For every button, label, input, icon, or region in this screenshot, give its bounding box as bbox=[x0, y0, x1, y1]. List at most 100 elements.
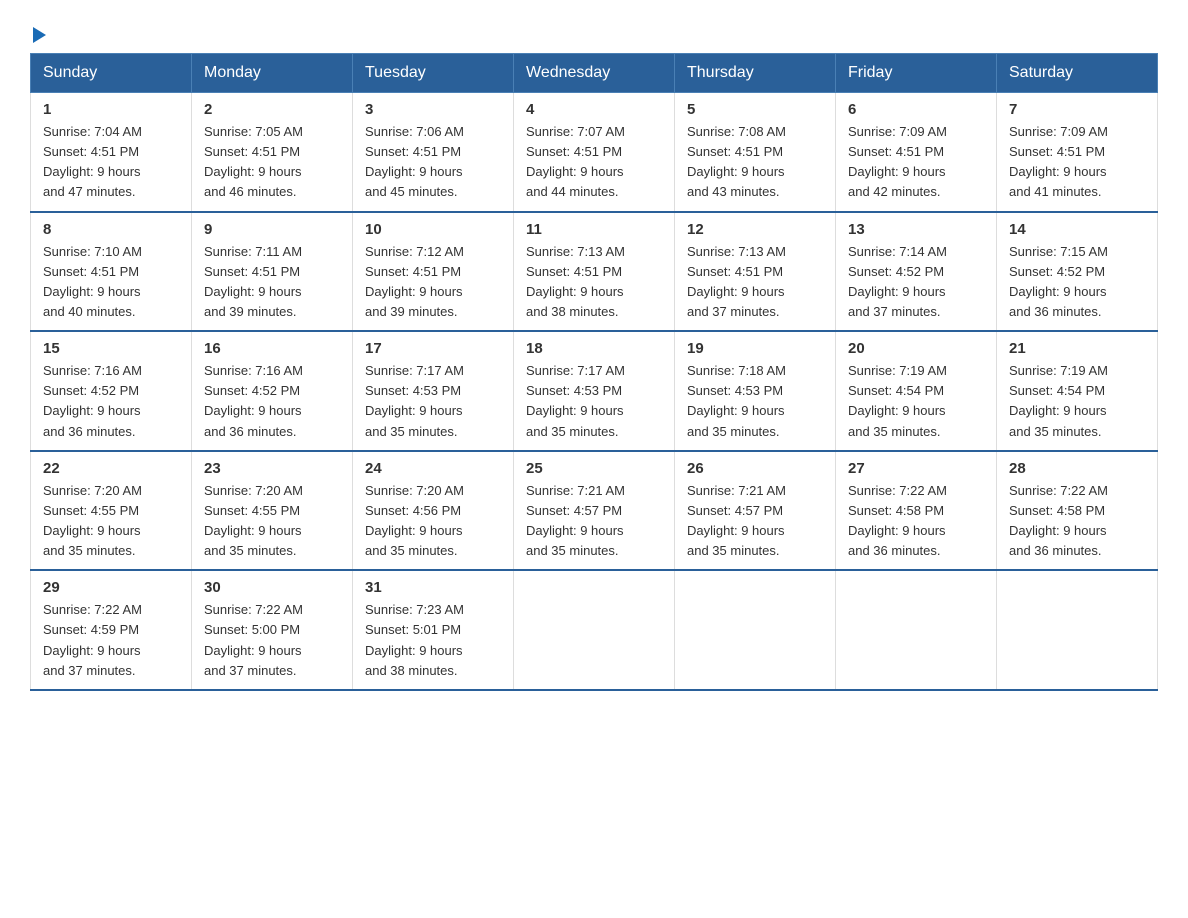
day-number: 20 bbox=[848, 340, 984, 357]
day-info: Sunrise: 7:07 AM Sunset: 4:51 PM Dayligh… bbox=[526, 124, 625, 199]
calendar-week-row: 8 Sunrise: 7:10 AM Sunset: 4:51 PM Dayli… bbox=[31, 212, 1158, 332]
day-info: Sunrise: 7:10 AM Sunset: 4:51 PM Dayligh… bbox=[43, 244, 142, 319]
day-number: 3 bbox=[365, 101, 501, 118]
calendar-day-cell: 24 Sunrise: 7:20 AM Sunset: 4:56 PM Dayl… bbox=[353, 451, 514, 571]
calendar-day-cell: 28 Sunrise: 7:22 AM Sunset: 4:58 PM Dayl… bbox=[997, 451, 1158, 571]
day-number: 6 bbox=[848, 101, 984, 118]
day-number: 9 bbox=[204, 221, 340, 238]
day-number: 13 bbox=[848, 221, 984, 238]
day-number: 29 bbox=[43, 579, 179, 596]
day-info: Sunrise: 7:08 AM Sunset: 4:51 PM Dayligh… bbox=[687, 124, 786, 199]
day-info: Sunrise: 7:19 AM Sunset: 4:54 PM Dayligh… bbox=[848, 363, 947, 438]
day-info: Sunrise: 7:11 AM Sunset: 4:51 PM Dayligh… bbox=[204, 244, 302, 319]
day-info: Sunrise: 7:22 AM Sunset: 4:59 PM Dayligh… bbox=[43, 602, 142, 677]
calendar-day-cell: 29 Sunrise: 7:22 AM Sunset: 4:59 PM Dayl… bbox=[31, 570, 192, 690]
day-info: Sunrise: 7:14 AM Sunset: 4:52 PM Dayligh… bbox=[848, 244, 947, 319]
day-info: Sunrise: 7:22 AM Sunset: 4:58 PM Dayligh… bbox=[1009, 483, 1108, 558]
calendar-day-cell: 12 Sunrise: 7:13 AM Sunset: 4:51 PM Dayl… bbox=[675, 212, 836, 332]
calendar-day-cell: 15 Sunrise: 7:16 AM Sunset: 4:52 PM Dayl… bbox=[31, 331, 192, 451]
day-info: Sunrise: 7:17 AM Sunset: 4:53 PM Dayligh… bbox=[526, 363, 625, 438]
calendar-day-cell: 11 Sunrise: 7:13 AM Sunset: 4:51 PM Dayl… bbox=[514, 212, 675, 332]
day-info: Sunrise: 7:15 AM Sunset: 4:52 PM Dayligh… bbox=[1009, 244, 1108, 319]
day-info: Sunrise: 7:23 AM Sunset: 5:01 PM Dayligh… bbox=[365, 602, 464, 677]
calendar-day-cell: 6 Sunrise: 7:09 AM Sunset: 4:51 PM Dayli… bbox=[836, 93, 997, 212]
day-info: Sunrise: 7:06 AM Sunset: 4:51 PM Dayligh… bbox=[365, 124, 464, 199]
calendar-day-header: Friday bbox=[836, 54, 997, 93]
day-number: 4 bbox=[526, 101, 662, 118]
day-info: Sunrise: 7:20 AM Sunset: 4:55 PM Dayligh… bbox=[43, 483, 142, 558]
day-info: Sunrise: 7:20 AM Sunset: 4:56 PM Dayligh… bbox=[365, 483, 464, 558]
day-info: Sunrise: 7:16 AM Sunset: 4:52 PM Dayligh… bbox=[43, 363, 142, 438]
day-info: Sunrise: 7:05 AM Sunset: 4:51 PM Dayligh… bbox=[204, 124, 303, 199]
calendar-header-row: SundayMondayTuesdayWednesdayThursdayFrid… bbox=[31, 54, 1158, 93]
calendar-day-cell: 22 Sunrise: 7:20 AM Sunset: 4:55 PM Dayl… bbox=[31, 451, 192, 571]
day-info: Sunrise: 7:22 AM Sunset: 5:00 PM Dayligh… bbox=[204, 602, 303, 677]
calendar-day-cell: 25 Sunrise: 7:21 AM Sunset: 4:57 PM Dayl… bbox=[514, 451, 675, 571]
day-number: 11 bbox=[526, 221, 662, 238]
day-number: 8 bbox=[43, 221, 179, 238]
calendar-day-header: Monday bbox=[192, 54, 353, 93]
day-number: 1 bbox=[43, 101, 179, 118]
day-number: 19 bbox=[687, 340, 823, 357]
calendar-day-header: Wednesday bbox=[514, 54, 675, 93]
day-info: Sunrise: 7:16 AM Sunset: 4:52 PM Dayligh… bbox=[204, 363, 303, 438]
day-number: 22 bbox=[43, 460, 179, 477]
calendar-week-row: 15 Sunrise: 7:16 AM Sunset: 4:52 PM Dayl… bbox=[31, 331, 1158, 451]
day-number: 10 bbox=[365, 221, 501, 238]
logo bbox=[30, 25, 46, 43]
calendar-day-cell: 18 Sunrise: 7:17 AM Sunset: 4:53 PM Dayl… bbox=[514, 331, 675, 451]
calendar-day-cell: 4 Sunrise: 7:07 AM Sunset: 4:51 PM Dayli… bbox=[514, 93, 675, 212]
day-info: Sunrise: 7:13 AM Sunset: 4:51 PM Dayligh… bbox=[526, 244, 625, 319]
day-number: 21 bbox=[1009, 340, 1145, 357]
day-info: Sunrise: 7:22 AM Sunset: 4:58 PM Dayligh… bbox=[848, 483, 947, 558]
day-number: 23 bbox=[204, 460, 340, 477]
day-info: Sunrise: 7:17 AM Sunset: 4:53 PM Dayligh… bbox=[365, 363, 464, 438]
calendar-day-cell: 10 Sunrise: 7:12 AM Sunset: 4:51 PM Dayl… bbox=[353, 212, 514, 332]
calendar-day-cell: 27 Sunrise: 7:22 AM Sunset: 4:58 PM Dayl… bbox=[836, 451, 997, 571]
calendar-day-cell: 1 Sunrise: 7:04 AM Sunset: 4:51 PM Dayli… bbox=[31, 93, 192, 212]
calendar-day-header: Sunday bbox=[31, 54, 192, 93]
calendar-day-cell: 30 Sunrise: 7:22 AM Sunset: 5:00 PM Dayl… bbox=[192, 570, 353, 690]
calendar-day-cell: 19 Sunrise: 7:18 AM Sunset: 4:53 PM Dayl… bbox=[675, 331, 836, 451]
day-info: Sunrise: 7:19 AM Sunset: 4:54 PM Dayligh… bbox=[1009, 363, 1108, 438]
day-info: Sunrise: 7:04 AM Sunset: 4:51 PM Dayligh… bbox=[43, 124, 142, 199]
calendar-day-cell: 31 Sunrise: 7:23 AM Sunset: 5:01 PM Dayl… bbox=[353, 570, 514, 690]
day-number: 27 bbox=[848, 460, 984, 477]
calendar-day-cell: 9 Sunrise: 7:11 AM Sunset: 4:51 PM Dayli… bbox=[192, 212, 353, 332]
calendar-day-cell: 26 Sunrise: 7:21 AM Sunset: 4:57 PM Dayl… bbox=[675, 451, 836, 571]
day-number: 14 bbox=[1009, 221, 1145, 238]
calendar-day-header: Tuesday bbox=[353, 54, 514, 93]
calendar-day-cell: 17 Sunrise: 7:17 AM Sunset: 4:53 PM Dayl… bbox=[353, 331, 514, 451]
day-info: Sunrise: 7:09 AM Sunset: 4:51 PM Dayligh… bbox=[1009, 124, 1108, 199]
day-number: 12 bbox=[687, 221, 823, 238]
day-info: Sunrise: 7:18 AM Sunset: 4:53 PM Dayligh… bbox=[687, 363, 786, 438]
calendar-day-cell: 13 Sunrise: 7:14 AM Sunset: 4:52 PM Dayl… bbox=[836, 212, 997, 332]
calendar-day-cell: 20 Sunrise: 7:19 AM Sunset: 4:54 PM Dayl… bbox=[836, 331, 997, 451]
day-info: Sunrise: 7:12 AM Sunset: 4:51 PM Dayligh… bbox=[365, 244, 464, 319]
day-number: 30 bbox=[204, 579, 340, 596]
calendar-day-cell bbox=[997, 570, 1158, 690]
day-info: Sunrise: 7:21 AM Sunset: 4:57 PM Dayligh… bbox=[526, 483, 625, 558]
day-number: 18 bbox=[526, 340, 662, 357]
calendar-table: SundayMondayTuesdayWednesdayThursdayFrid… bbox=[30, 53, 1158, 691]
calendar-week-row: 29 Sunrise: 7:22 AM Sunset: 4:59 PM Dayl… bbox=[31, 570, 1158, 690]
calendar-day-cell: 3 Sunrise: 7:06 AM Sunset: 4:51 PM Dayli… bbox=[353, 93, 514, 212]
day-info: Sunrise: 7:13 AM Sunset: 4:51 PM Dayligh… bbox=[687, 244, 786, 319]
calendar-day-cell: 14 Sunrise: 7:15 AM Sunset: 4:52 PM Dayl… bbox=[997, 212, 1158, 332]
calendar-week-row: 22 Sunrise: 7:20 AM Sunset: 4:55 PM Dayl… bbox=[31, 451, 1158, 571]
calendar-day-header: Saturday bbox=[997, 54, 1158, 93]
day-number: 2 bbox=[204, 101, 340, 118]
day-number: 7 bbox=[1009, 101, 1145, 118]
day-number: 5 bbox=[687, 101, 823, 118]
day-number: 31 bbox=[365, 579, 501, 596]
day-number: 25 bbox=[526, 460, 662, 477]
calendar-day-cell: 21 Sunrise: 7:19 AM Sunset: 4:54 PM Dayl… bbox=[997, 331, 1158, 451]
day-info: Sunrise: 7:20 AM Sunset: 4:55 PM Dayligh… bbox=[204, 483, 303, 558]
day-number: 24 bbox=[365, 460, 501, 477]
calendar-day-cell: 5 Sunrise: 7:08 AM Sunset: 4:51 PM Dayli… bbox=[675, 93, 836, 212]
calendar-day-cell: 23 Sunrise: 7:20 AM Sunset: 4:55 PM Dayl… bbox=[192, 451, 353, 571]
logo-arrow-icon bbox=[33, 27, 46, 43]
day-number: 17 bbox=[365, 340, 501, 357]
calendar-day-cell: 8 Sunrise: 7:10 AM Sunset: 4:51 PM Dayli… bbox=[31, 212, 192, 332]
page-header bbox=[30, 20, 1158, 43]
